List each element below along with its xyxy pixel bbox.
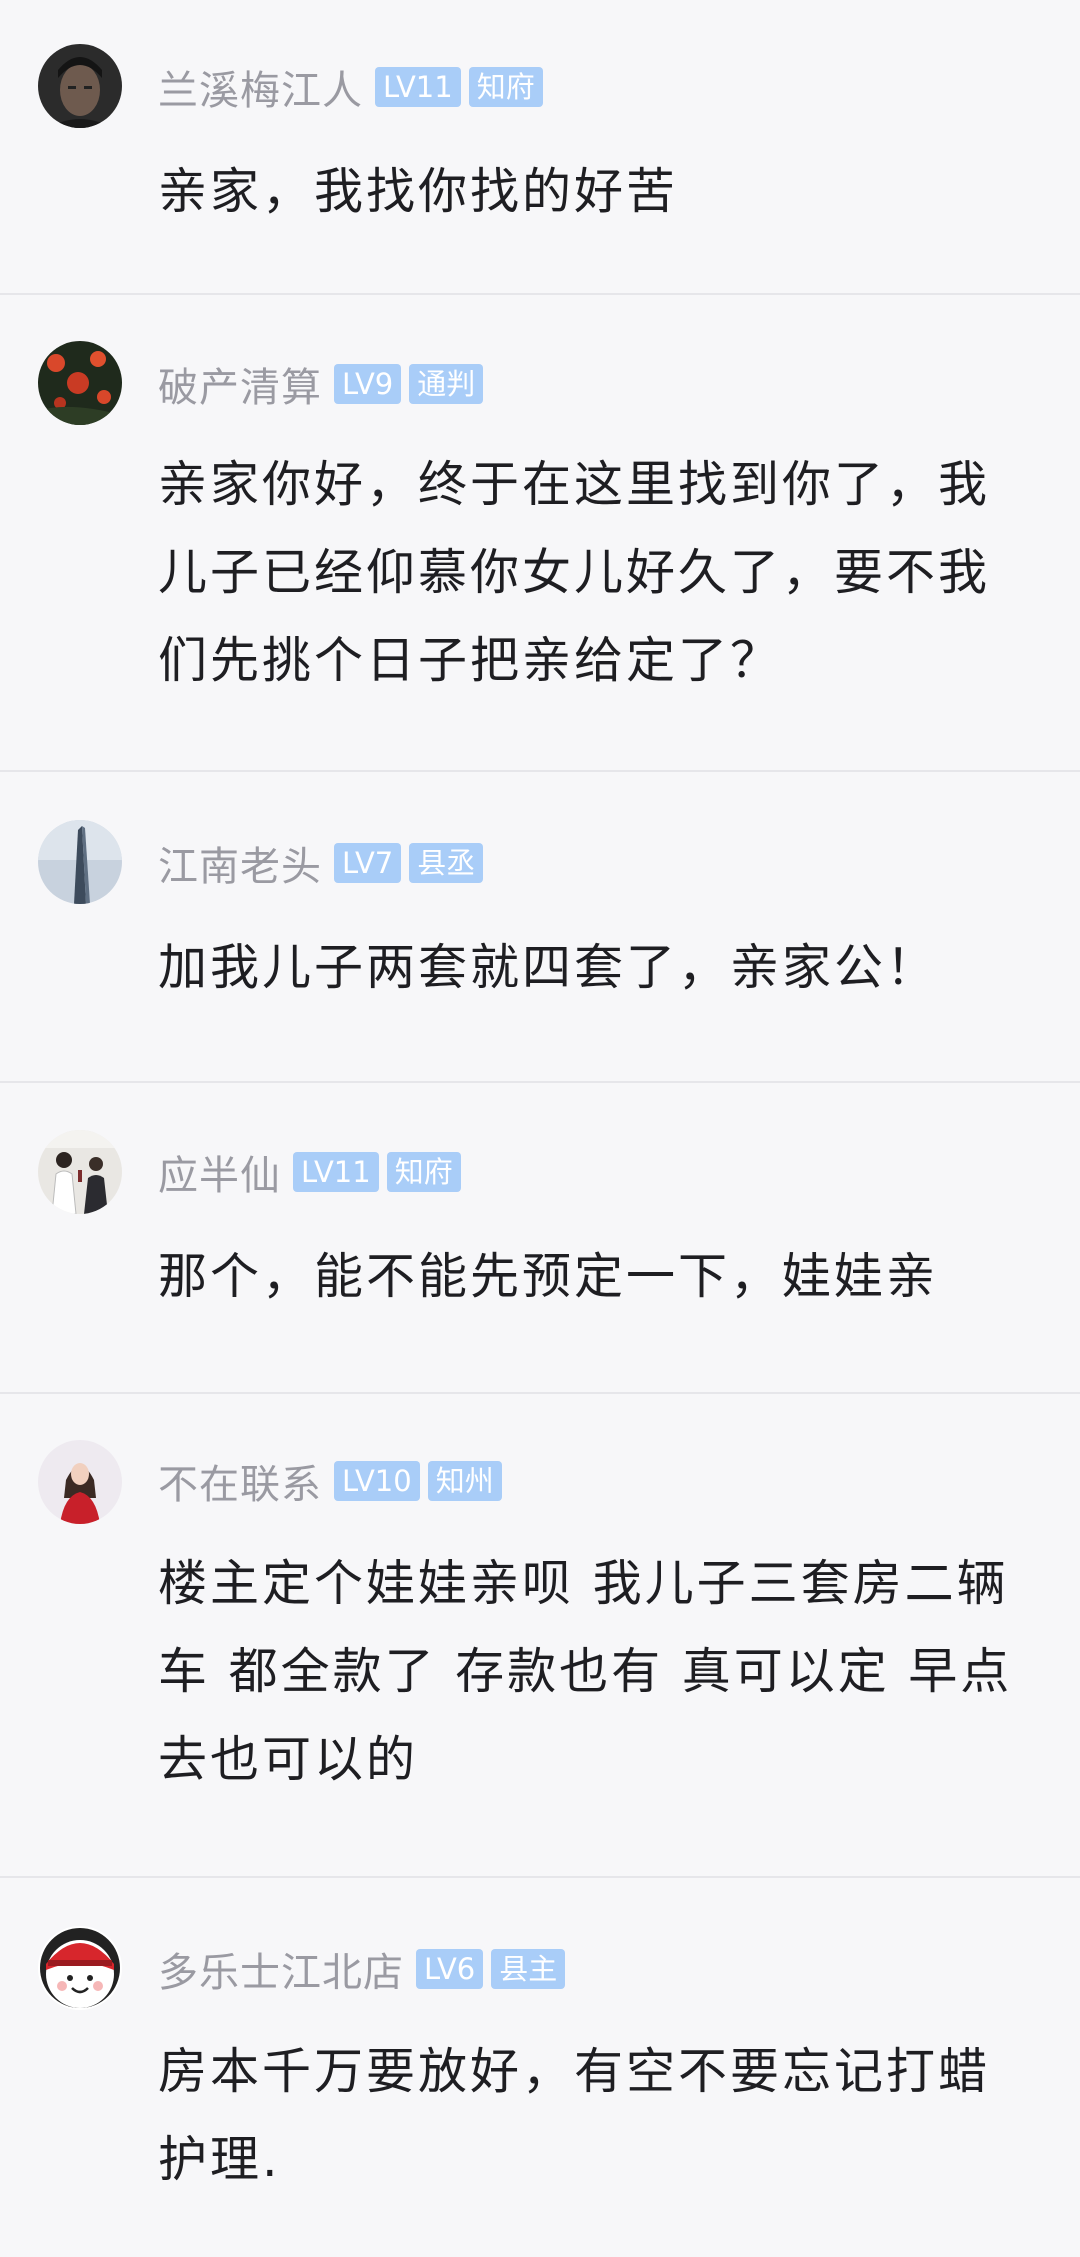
user-line: 应半仙 LV11 知府 xyxy=(158,1147,461,1199)
title-badge: 县丞 xyxy=(409,843,484,883)
username[interactable]: 应半仙 xyxy=(158,1143,281,1201)
woman-red-dress-avatar-icon xyxy=(38,1440,122,1524)
comment-feed: 兰溪梅江人 LV11 知府 亲家，我找你找的好苦 破产清算 LV9 通判 亲家你… xyxy=(0,0,1080,2257)
user-avatar[interactable] xyxy=(38,1440,122,1524)
cartoon-face-avatar-icon xyxy=(38,1926,122,2010)
title-badge: 知州 xyxy=(427,1461,502,1501)
username[interactable]: 兰溪梅江人 xyxy=(158,58,363,116)
user-line: 不在联系 LV10 知州 xyxy=(158,1456,502,1508)
user-avatar[interactable] xyxy=(38,1130,122,1214)
level-badge: LV9 xyxy=(334,364,402,404)
user-avatar[interactable] xyxy=(38,341,122,425)
title-badge: 知府 xyxy=(386,1152,461,1192)
comment-text: 加我儿子两套就四套了，亲家公！ xyxy=(158,939,939,996)
portrait-avatar-icon xyxy=(38,44,122,128)
people-photo-avatar-icon xyxy=(38,1130,122,1214)
title-badge: 通判 xyxy=(409,364,484,404)
user-avatar[interactable] xyxy=(38,1926,122,2010)
comment-text: 楼主定个娃娃亲呗 我儿子三套房二辆车 都全款了 存款也有 真可以定 早点去也可以… xyxy=(158,1555,1013,1788)
comment-text: 那个，能不能先预定一下，娃娃亲 xyxy=(158,1248,939,1305)
user-line: 兰溪梅江人 LV11 知府 xyxy=(158,62,543,114)
username[interactable]: 多乐士江北店 xyxy=(158,1940,404,1998)
user-line: 江南老头 LV7 县丞 xyxy=(158,838,484,890)
comment-item: 江南老头 LV7 县丞 加我儿子两套就四套了，亲家公！ xyxy=(0,772,1080,1082)
comment-text: 房本千万要放好，有空不要忘记打蜡护理. xyxy=(158,2043,991,2188)
user-avatar[interactable] xyxy=(38,44,122,128)
comment-item: 应半仙 LV11 知府 那个，能不能先预定一下，娃娃亲 xyxy=(0,1083,1080,1393)
username[interactable]: 江南老头 xyxy=(158,834,322,892)
comment-item: 不在联系 LV10 知州 楼主定个娃娃亲呗 我儿子三套房二辆车 都全款了 存款也… xyxy=(0,1394,1080,1877)
level-badge: LV11 xyxy=(293,1152,379,1192)
comment-item: 兰溪梅江人 LV11 知府 亲家，我找你找的好苦 xyxy=(0,0,1080,295)
comment-item: 多乐士江北店 LV6 县主 房本千万要放好，有空不要忘记打蜡护理. xyxy=(0,1878,1080,2257)
skyscraper-avatar-icon xyxy=(38,820,122,904)
level-badge: LV7 xyxy=(334,843,402,883)
title-badge: 知府 xyxy=(468,67,543,107)
username[interactable]: 破产清算 xyxy=(158,355,322,413)
flowers-avatar-icon xyxy=(38,341,122,425)
level-badge: LV10 xyxy=(334,1461,420,1501)
comment-text: 亲家你好，终于在这里找到你了，我儿子已经仰慕你女儿好久了，要不我们先挑个日子把亲… xyxy=(158,456,991,689)
comment-item: 破产清算 LV9 通判 亲家你好，终于在这里找到你了，我儿子已经仰慕你女儿好久了… xyxy=(0,295,1080,770)
level-badge: LV11 xyxy=(375,67,461,107)
username[interactable]: 不在联系 xyxy=(158,1452,322,1510)
user-line: 破产清算 LV9 通判 xyxy=(158,359,484,411)
user-avatar[interactable] xyxy=(38,820,122,904)
user-line: 多乐士江北店 LV6 县主 xyxy=(158,1944,566,1996)
level-badge: LV6 xyxy=(416,1949,484,1989)
comment-text: 亲家，我找你找的好苦 xyxy=(158,163,679,220)
title-badge: 县主 xyxy=(491,1949,566,1989)
